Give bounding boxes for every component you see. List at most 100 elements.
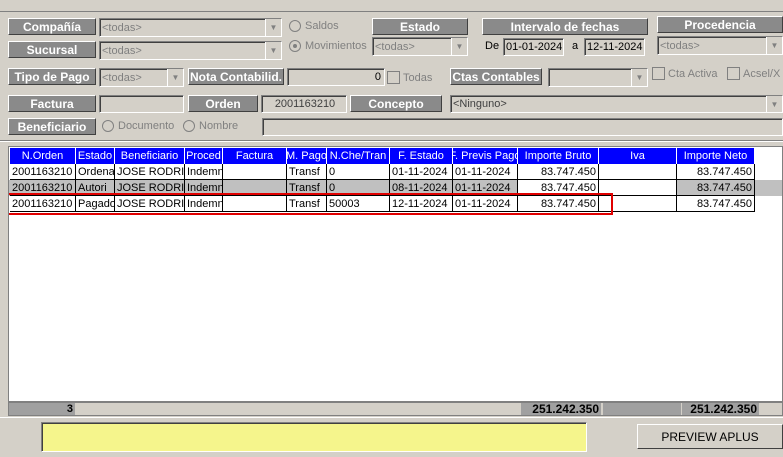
checkbox-icon	[727, 67, 740, 80]
col-estado-cell[interactable]: Pagado	[76, 196, 115, 212]
sucursal-value: <todas>	[102, 44, 142, 57]
col-iva-cell[interactable]	[599, 164, 677, 180]
movimientos-radio[interactable]: Movimientos	[289, 40, 367, 52]
table-row[interactable]: 2001163210OrdenaJOSE RODRIGUEZIndemn Tran…	[9, 164, 782, 180]
col-festado-cell[interactable]: 12-11-2024	[390, 196, 453, 212]
intervalo-label: Intervalo de fechas	[482, 18, 648, 35]
col-importe-neto-cell[interactable]: 83.747.450	[677, 196, 755, 212]
orden-field[interactable]: 2001163210	[261, 95, 347, 113]
col-beneficiario-cell[interactable]: JOSE RODRIGUEZ	[115, 180, 185, 196]
col-norden-cell[interactable]: 2001163210	[10, 196, 76, 212]
col-importe-bruto-header[interactable]: Importe Bruto	[518, 148, 599, 164]
col-estado-cell[interactable]: Ordena	[76, 164, 115, 180]
col-festado-cell[interactable]: 01-11-2024	[390, 164, 453, 180]
col-fprevis-cell[interactable]: 01-11-2024	[453, 196, 518, 212]
chevron-down-icon[interactable]: ▼	[265, 42, 281, 59]
concepto-label: Concepto	[350, 95, 442, 112]
col-estado-header[interactable]: Estado	[76, 148, 115, 164]
chevron-down-icon[interactable]: ▼	[265, 19, 281, 36]
col-festado-cell[interactable]: 08-11-2024	[390, 180, 453, 196]
compania-label: Compañía	[8, 18, 96, 35]
tipo-pago-label: Tipo de Pago	[8, 68, 96, 85]
col-festado-header[interactable]: F. Estado	[390, 148, 453, 164]
chevron-down-icon[interactable]: ▼	[451, 38, 467, 55]
col-norden-cell[interactable]: 2001163210	[10, 180, 76, 196]
beneficiario-field[interactable]	[262, 118, 783, 136]
tipo-pago-value: <todas>	[102, 71, 142, 84]
todas-checkbox[interactable]: Todas	[387, 71, 432, 84]
col-importe-bruto-cell[interactable]: 83.747.450	[518, 180, 599, 196]
col-beneficiario-cell[interactable]: JOSE RODRIGUEZ	[115, 164, 185, 180]
tipo-pago-select[interactable]: <todas> ▼	[99, 68, 184, 87]
col-proced-header[interactable]: Proced	[185, 148, 223, 164]
col-iva-cell[interactable]	[599, 196, 677, 212]
chevron-down-icon[interactable]: ▼	[167, 69, 183, 86]
table-row[interactable]: 2001163210AutoriJOSE RODRIGUEZIndemn Tran…	[9, 180, 782, 196]
col-ncheque-cell[interactable]: 50003	[327, 196, 390, 212]
col-ncheque-header[interactable]: N.Che/Tran	[327, 148, 390, 164]
table-row[interactable]: 2001163210PagadoJOSE RODRIGUEZIndemn Tran…	[9, 196, 782, 212]
separator	[0, 140, 783, 142]
fecha-hasta-field[interactable]: 12-11-2024	[584, 38, 645, 56]
col-mpago-cell[interactable]: Transf	[287, 180, 327, 196]
total-neto: 251.242.350	[682, 402, 759, 416]
radio-selected-icon	[289, 40, 301, 52]
documento-radio[interactable]: Documento	[102, 120, 174, 132]
preview-aplus-button[interactable]: PREVIEW APLUS	[637, 424, 783, 449]
col-iva-header[interactable]: Iva	[599, 148, 677, 164]
fecha-desde-field[interactable]: 01-01-2024	[503, 38, 564, 56]
col-iva-cell[interactable]	[599, 180, 677, 196]
chevron-down-icon[interactable]: ▼	[631, 69, 647, 86]
compania-value: <todas>	[102, 21, 142, 34]
col-importe-neto-header[interactable]: Importe Neto	[677, 148, 755, 164]
sucursal-select[interactable]: <todas> ▼	[99, 41, 282, 60]
nota-contab-field[interactable]: 0	[287, 68, 385, 86]
col-fprevis-header[interactable]: F. Previs Pago	[453, 148, 518, 164]
col-ncheque-cell[interactable]: 0	[327, 164, 390, 180]
col-proced-cell[interactable]: Indemn	[185, 196, 223, 212]
procedencia-label: Procedencia	[657, 16, 783, 33]
saldos-radio[interactable]: Saldos	[289, 20, 339, 32]
col-mpago-header[interactable]: M. Pago	[287, 148, 327, 164]
col-mpago-cell[interactable]: Transf	[287, 196, 327, 212]
checkbox-icon	[387, 71, 400, 84]
total-iva	[603, 403, 681, 415]
procedencia-select[interactable]: <todas> ▼	[657, 36, 783, 55]
compania-select[interactable]: <todas> ▼	[99, 18, 282, 37]
col-importe-bruto-cell[interactable]: 83.747.450	[518, 196, 599, 212]
col-ncheque-cell[interactable]: 0	[327, 180, 390, 196]
col-beneficiario-header[interactable]: Beneficiario	[115, 148, 185, 164]
nombre-radio[interactable]: Nombre	[183, 120, 238, 132]
col-factura-cell[interactable]	[223, 180, 287, 196]
col-importe-neto-cell[interactable]: 83.747.450	[677, 164, 755, 180]
a-label: a	[572, 40, 579, 52]
col-proced-cell[interactable]: Indemn	[185, 180, 223, 196]
col-beneficiario-cell[interactable]: JOSE RODRIGUEZ	[115, 196, 185, 212]
nombre-label: Nombre	[199, 120, 239, 132]
col-fprevis-cell[interactable]: 01-11-2024	[453, 180, 518, 196]
cta-activa-checkbox[interactable]: Cta Activa	[652, 67, 718, 80]
col-factura-header[interactable]: Factura	[223, 148, 287, 164]
col-estado-cell[interactable]: Autori	[76, 180, 115, 196]
procedencia-value: <todas>	[660, 39, 700, 52]
col-fprevis-cell[interactable]: 01-11-2024	[453, 164, 518, 180]
saldos-label: Saldos	[305, 20, 339, 32]
concepto-select[interactable]: <Ninguno> ▼	[450, 95, 783, 113]
acsel-checkbox[interactable]: Acsel/X	[727, 67, 783, 80]
chevron-down-icon[interactable]: ▼	[766, 37, 782, 54]
col-factura-cell[interactable]	[223, 196, 287, 212]
chevron-down-icon[interactable]: ▼	[766, 96, 782, 112]
col-proced-cell[interactable]: Indemn	[185, 164, 223, 180]
col-norden-header[interactable]: N.Orden	[10, 148, 76, 164]
col-norden-cell[interactable]: 2001163210	[10, 164, 76, 180]
estado-select[interactable]: <todas> ▼	[372, 37, 468, 56]
beneficiario-label: Beneficiario	[8, 118, 96, 135]
factura-field[interactable]	[99, 95, 184, 113]
results-grid[interactable]: N.Orden Estado Beneficiario Proced Factura M.…	[8, 146, 783, 402]
col-mpago-cell[interactable]: Transf	[287, 164, 327, 180]
col-importe-bruto-cell[interactable]: 83.747.450	[518, 164, 599, 180]
ctas-contables-select[interactable]: ▼	[548, 68, 648, 87]
col-importe-neto-cell[interactable]: 83.747.450	[677, 180, 755, 196]
col-factura-cell[interactable]	[223, 164, 287, 180]
movimientos-label: Movimientos	[305, 40, 367, 52]
